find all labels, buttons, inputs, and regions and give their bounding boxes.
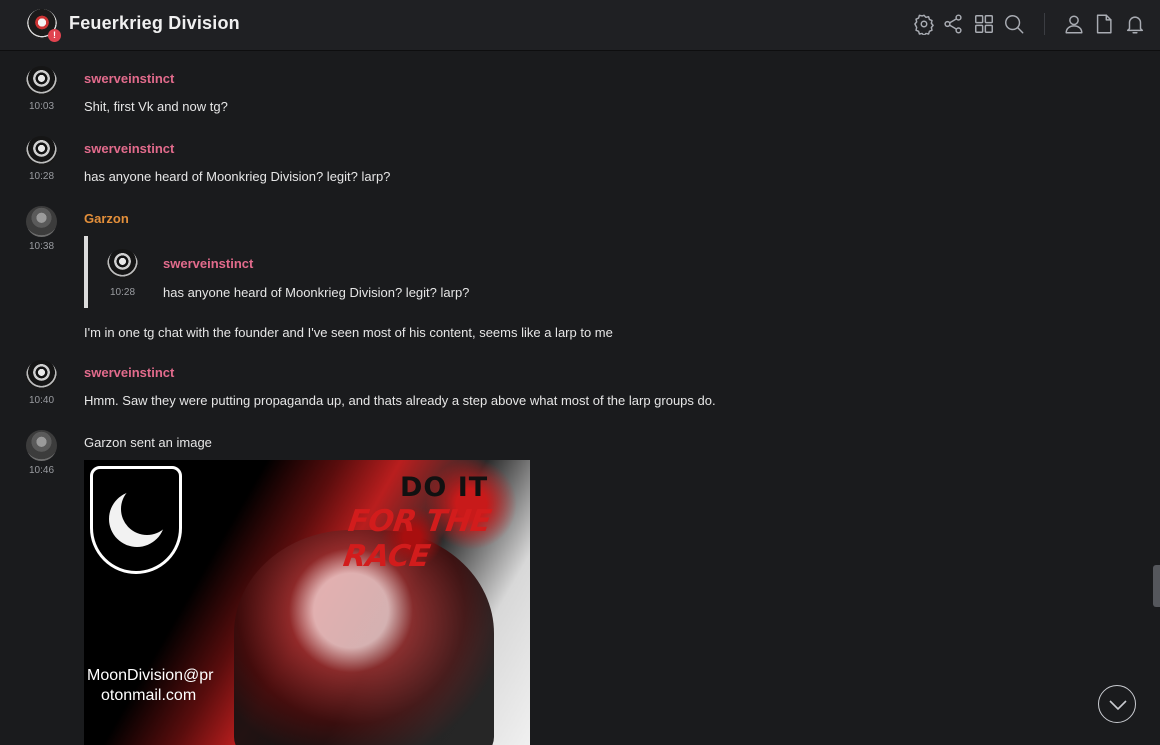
message-body: has anyone heard of Moonkrieg Division? … — [163, 285, 470, 300]
quoted-message[interactable]: 10:28 swerveinstinct has anyone heard of… — [84, 236, 504, 308]
message-time: 10:38 — [28, 241, 55, 252]
message-sender[interactable]: swerveinstinct — [84, 141, 174, 156]
avatar — [107, 249, 138, 280]
chevron-down-icon — [1109, 700, 1127, 711]
toolbar-divider — [1044, 13, 1045, 35]
room-header: ! Feuerkrieg Division — [0, 0, 1160, 51]
image-headline: DO IT — [400, 472, 489, 503]
notifications-icon[interactable] — [1124, 13, 1146, 35]
message-time: 10:46 — [28, 465, 55, 476]
notification-badge: ! — [48, 29, 61, 42]
message-time: 10:28 — [28, 171, 55, 182]
avatar[interactable] — [26, 360, 57, 391]
scrollbar-thumb[interactable] — [1153, 565, 1160, 607]
files-icon[interactable] — [1093, 13, 1115, 35]
room-title[interactable]: Feuerkrieg Division — [69, 13, 240, 34]
share-icon[interactable] — [942, 13, 964, 35]
message-sender[interactable]: Garzon — [84, 211, 129, 226]
image-email-line: MoonDivision@pr — [87, 667, 214, 684]
image-subline: FOR THE RACE — [341, 504, 494, 574]
apps-icon[interactable] — [973, 13, 995, 35]
message-sender: swerveinstinct — [163, 256, 254, 271]
message-body: I'm in one tg chat with the founder and … — [84, 325, 613, 340]
moon-icon — [121, 483, 173, 535]
message-timeline[interactable]: 10:03 swerveinstinct Shit, first Vk and … — [0, 51, 1160, 745]
message-sender[interactable]: swerveinstinct — [84, 365, 174, 380]
members-icon[interactable] — [1063, 13, 1085, 35]
jump-to-latest-button[interactable] — [1098, 685, 1136, 723]
message-time: 10:28 — [109, 287, 136, 298]
image-attachment[interactable]: DO IT FOR THE RACE MoonDivision@pr otonm… — [84, 460, 530, 745]
message-body: has anyone heard of Moonkrieg Division? … — [84, 169, 391, 184]
avatar[interactable] — [26, 206, 57, 237]
avatar[interactable] — [26, 66, 57, 97]
room-avatar[interactable]: ! — [27, 9, 61, 42]
image-email: MoonDivision@pr otonmail.com — [87, 666, 214, 706]
avatar[interactable] — [26, 136, 57, 167]
search-icon[interactable] — [1003, 13, 1025, 35]
shield-logo — [90, 466, 182, 574]
settings-icon[interactable] — [913, 13, 935, 37]
message-sender[interactable]: swerveinstinct — [84, 71, 174, 86]
message-body: Hmm. Saw they were putting propaganda up… — [84, 393, 716, 408]
avatar[interactable] — [26, 430, 57, 461]
message-time: 10:03 — [28, 101, 55, 112]
image-email-line: otonmail.com — [101, 687, 197, 704]
message-body: Garzon sent an image — [84, 435, 212, 450]
message-time: 10:40 — [28, 395, 55, 406]
message-body: Shit, first Vk and now tg? — [84, 99, 228, 114]
